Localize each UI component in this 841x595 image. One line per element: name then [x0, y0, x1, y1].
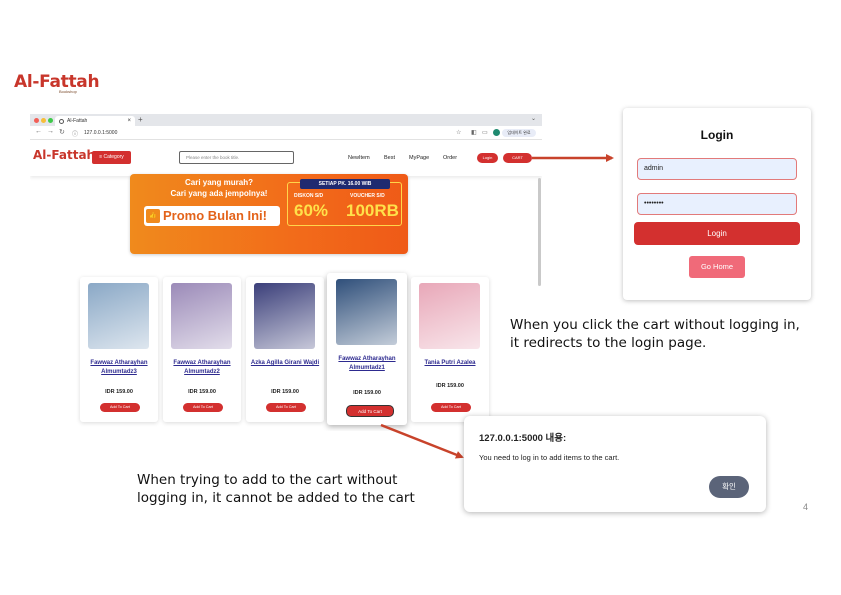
add-cart-caption: When trying to add to the cart without l… [137, 471, 415, 507]
login-submit-button[interactable]: Login [634, 222, 800, 245]
page-number: 4 [803, 502, 809, 512]
password-input[interactable]: •••••••• [637, 193, 797, 215]
go-home-button[interactable]: Go Home [689, 256, 745, 278]
dialog-ok-button[interactable]: 확인 [709, 476, 749, 498]
redirect-caption-line2: it redirects to the login page. [510, 335, 707, 351]
redirect-caption: When you click the cart without logging … [510, 316, 800, 352]
redirect-caption-line1: When you click the cart without logging … [510, 317, 800, 333]
add-cart-caption-line1: When trying to add to the cart without [137, 472, 398, 488]
username-input[interactable]: admin [637, 158, 797, 180]
dialog-message: You need to log in to add items to the c… [479, 453, 620, 462]
addtocart-to-dialog-arrow [380, 423, 464, 459]
add-cart-caption-line2: logging in, it cannot be added to the ca… [137, 490, 415, 506]
dialog-title: 127.0.0.1:5000 내용: [479, 433, 567, 444]
alert-dialog: 127.0.0.1:5000 내용: You need to log in to… [464, 416, 766, 512]
login-panel: Login admin •••••••• Login Go Home [623, 108, 811, 300]
login-title: Login [700, 128, 734, 142]
